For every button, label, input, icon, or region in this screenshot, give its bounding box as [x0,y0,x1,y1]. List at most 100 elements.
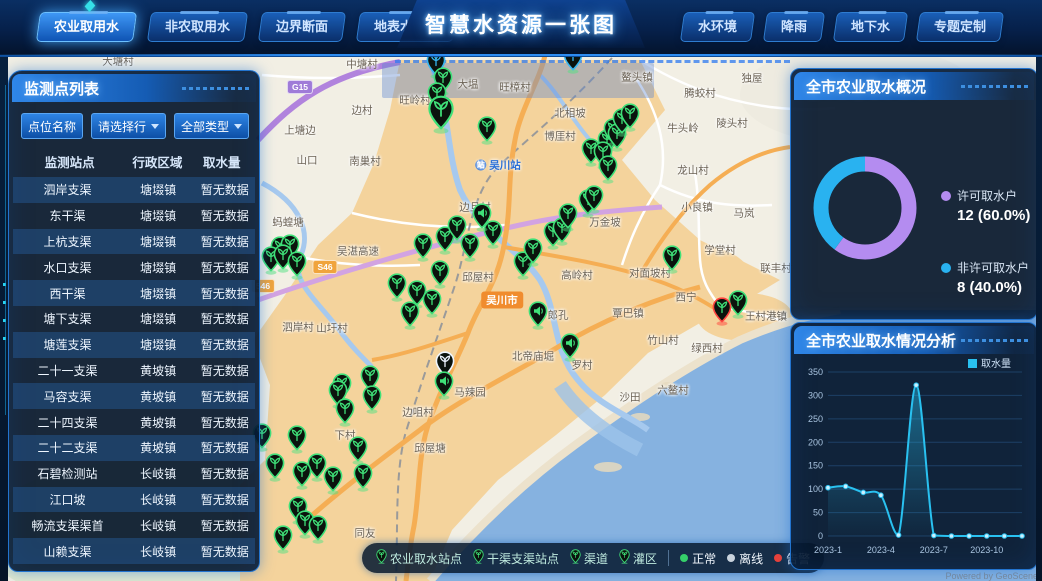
tab-right-0[interactable]: 水环境 [680,12,755,42]
water-station-marker-icon[interactable] [362,385,382,419]
table-row[interactable]: 水口支渠塘㙍镇暂无数据 [13,254,255,280]
top-bar: 农业取用水非农取用水边界断面地表水源地 智慧水资源一张图 水环境降雨地下水专题定… [0,0,1042,57]
map-legend-status: 正常 [680,550,716,567]
water-station-marker-icon[interactable] [265,453,285,487]
table-row[interactable]: 江口坡长岐镇暂无数据 [13,487,255,513]
map-place-label: 王村港镇 [745,309,787,324]
table-row[interactable]: 塘莲支渠塘㙍镇暂无数据 [13,332,255,358]
map-place-label: 邱屋村 [462,270,494,285]
table-row[interactable]: 二十二支渠黄坡镇暂无数据 [13,435,255,461]
map-legend-type[interactable]: 农业取水站点 [376,549,462,568]
water-station-marker-icon[interactable] [477,116,497,150]
chevron-down-icon [234,124,242,129]
table-row[interactable]: 山赖支渠长岐镇暂无数据 [13,538,255,564]
powered-by-label: Powered by GeoScene [945,571,1038,581]
water-station-marker-icon[interactable] [598,155,618,189]
donut-legend-item[interactable]: 非许可取水户8 (40.0%) [941,259,1029,296]
map-place-label: 北帝庙堀 [512,349,554,364]
map-place-label: 牛头岭 [667,121,699,136]
col-station: 监测站点 [17,152,122,171]
table-row[interactable]: 石碧检测站长岐镇暂无数据 [13,461,255,487]
monitoring-list-panel: 监测点列表 点位名称 请选择行 全部类型 监测站点 行政区域 取水量 泗岸支渠塘… [8,70,260,572]
water-station-marker-icon[interactable] [558,203,578,237]
svg-text:350: 350 [808,367,823,377]
left-edge-decoration [0,55,8,581]
legend-dot-icon [941,191,951,201]
map-place-label: 旺樟村 [499,80,531,95]
map-place-label: 郎孔 [548,308,569,323]
donut-legend-item[interactable]: 许可取水户12 (60.0%) [941,187,1030,224]
app-title-plate: 智慧水资源一张图 [397,0,645,48]
svg-text:2023-10: 2023-10 [970,545,1003,555]
tab-right-2[interactable]: 地下水 [833,12,908,42]
status-dot-icon [774,554,782,562]
map-place-label: 中塘村 [346,57,378,72]
tab-left-1[interactable]: 非农取用水 [147,12,248,42]
water-station-marker-icon[interactable] [323,466,343,500]
water-station-marker-icon[interactable] [422,289,442,323]
table-row[interactable]: 畅流支渠渠首长岐镇暂无数据 [13,512,255,538]
col-volume: 取水量 [192,152,251,171]
speaker-marker-icon[interactable] [560,333,580,367]
page-title: 智慧水资源一张图 [425,9,617,39]
point-name-button[interactable]: 点位名称 [21,113,83,139]
water-station-marker-icon[interactable] [428,95,455,141]
map-place-label: 边村 [352,103,373,118]
table-row[interactable]: 东干渠塘㙍镇暂无数据 [13,203,255,229]
legend-dot-icon [941,263,951,273]
map-place-label: 山口 [297,153,318,168]
pin-icon [376,549,387,568]
table-row[interactable]: 西干渠塘㙍镇暂无数据 [13,280,255,306]
table-row[interactable]: 马容支渠黄坡镇暂无数据 [13,383,255,409]
svg-text:300: 300 [808,390,823,400]
map-legend-type[interactable]: 干渠支渠站点 [473,549,559,568]
map-place-label: 马岚 [734,206,755,221]
table-body: 泗岸支渠塘㙍镇暂无数据东干渠塘㙍镇暂无数据上杭支渠塘㙍镇暂无数据水口支渠塘㙍镇暂… [9,177,259,564]
tab-left-0[interactable]: 农业取用水 [36,12,137,42]
water-station-marker-icon[interactable] [620,103,640,137]
svg-text:取水量: 取水量 [981,358,1011,370]
map-place-label: 高岭村 [561,268,593,283]
map-place-label: 六鳌村 [657,383,689,398]
water-station-marker-icon[interactable] [662,245,682,279]
map-place-label: 山圩村 [316,321,348,336]
water-station-marker-icon[interactable] [353,463,373,497]
map-place-label: 独屋 [742,71,763,86]
tab-right-3[interactable]: 专题定制 [916,12,1004,42]
speaker-marker-icon[interactable] [472,203,492,237]
tab-right-1[interactable]: 降雨 [763,12,825,42]
water-station-marker-icon[interactable] [287,251,307,285]
table-row[interactable]: 泗岸支渠塘㙍镇暂无数据 [13,177,255,203]
water-station-marker-icon[interactable] [308,515,328,549]
speaker-marker-icon[interactable] [528,301,548,335]
map-legend-type[interactable]: 渠道 [570,549,608,568]
table-row[interactable]: 二十一支渠黄坡镇暂无数据 [13,358,255,384]
map-legend-type[interactable]: 灌区 [619,549,657,568]
road-shield-badge: S46 [312,260,337,274]
region-select[interactable]: 请选择行 [91,113,166,139]
tab-left-2[interactable]: 边界断面 [258,12,346,42]
table-row[interactable]: 上杭支渠塘㙍镇暂无数据 [13,229,255,255]
type-select[interactable]: 全部类型 [174,113,249,139]
pin-icon [619,549,630,568]
table-row[interactable]: 二十四支渠黄坡镇暂无数据 [13,409,255,435]
water-station-marker-icon[interactable] [287,425,307,459]
water-station-marker-icon[interactable] [292,461,312,495]
map-place-label: 南巢村 [349,154,381,169]
analysis-title: 全市农业取水情况分析 [794,326,1034,354]
water-station-marker-icon[interactable] [335,398,355,432]
water-station-marker-icon[interactable] [584,185,604,219]
table-row[interactable]: 塘下支渠塘㙍镇暂无数据 [13,306,255,332]
water-station-marker-icon[interactable] [460,233,480,267]
legend-label: 许可取水户 [957,187,1017,204]
map-place-label: 北相坡 [554,106,586,121]
water-station-marker-icon[interactable] [523,238,543,272]
water-station-marker-icon[interactable] [400,301,420,335]
water-station-marker-icon[interactable] [430,260,450,294]
map-place-label: 邱屋塘 [414,441,446,456]
water-station-marker-icon[interactable] [273,525,293,559]
speaker-marker-icon[interactable] [434,371,454,405]
alert-marker-icon[interactable] [712,297,732,331]
right-edge-decoration [1036,55,1042,581]
pin-icon [570,549,581,568]
